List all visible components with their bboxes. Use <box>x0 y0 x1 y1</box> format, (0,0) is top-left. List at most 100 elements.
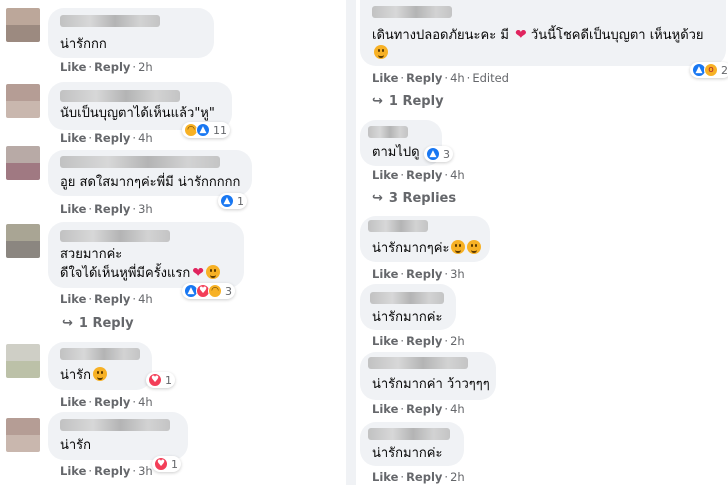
avatar[interactable] <box>6 344 40 378</box>
haha-reaction-icon: ◠ <box>208 284 222 298</box>
commenter-name-blurred[interactable] <box>60 230 170 242</box>
commenter-name-blurred[interactable] <box>372 6 452 18</box>
like-button[interactable]: Like <box>60 131 86 145</box>
comment-text: น่ารักมากค่ะ <box>372 310 443 325</box>
like-button[interactable]: Like <box>372 470 398 484</box>
reaction-summary[interactable]: ▲ ♥ ◠ 3 <box>182 283 235 299</box>
view-replies-link[interactable]: ↪ 3 Replies <box>372 191 456 206</box>
smiling-emoji-icon <box>467 240 482 254</box>
like-button[interactable]: Like <box>372 71 398 85</box>
avatar[interactable] <box>6 8 40 42</box>
reply-button[interactable]: Reply <box>406 267 442 281</box>
timestamp[interactable]: 4h <box>450 71 465 85</box>
timestamp[interactable]: 3h <box>450 267 465 281</box>
timestamp[interactable]: 2h <box>450 470 465 484</box>
wow-reaction-icon: o <box>704 63 718 77</box>
timestamp[interactable]: 4h <box>450 168 465 182</box>
reply-button[interactable]: Reply <box>94 202 130 216</box>
comment-bubble: น่ารักมากๆค่ะ <box>360 216 490 262</box>
commenter-name-blurred[interactable] <box>368 357 468 369</box>
timestamp[interactable]: 4h <box>450 402 465 416</box>
reaction-summary[interactable]: ♥ 1 <box>146 372 175 388</box>
comment-meta: Like · Reply · 2h <box>60 60 153 74</box>
reaction-summary[interactable]: ▲ 1 <box>218 193 247 209</box>
red-heart-emoji-icon: ❤ <box>192 265 204 281</box>
reply-arrow-icon: ↪ <box>62 316 73 331</box>
like-button[interactable]: Like <box>372 334 398 348</box>
comment-text-row: น่ารักมากๆค่ะ <box>372 240 482 257</box>
comment-bubble: น่ารักมากค่ะ <box>360 284 456 330</box>
reaction-summary[interactable]: ▲ o 2 <box>690 62 728 78</box>
like-button[interactable]: Like <box>60 292 86 306</box>
smiling-face-with-hearts-emoji-icon <box>93 367 108 381</box>
comment-text: นับเป็นบุญตาได้เห็นแล้ว"หู" <box>60 106 215 121</box>
reply-arrow-icon: ↪ <box>372 191 383 206</box>
commenter-name-blurred[interactable] <box>60 15 160 27</box>
reply-button[interactable]: Reply <box>94 395 130 409</box>
timestamp[interactable]: 4h <box>138 292 153 306</box>
comment-bubble: น่ารัก <box>48 342 152 390</box>
comment-bubble: น่ารัก <box>48 412 188 460</box>
comment-text-row: น่ารัก <box>60 367 108 384</box>
commenter-name-blurred[interactable] <box>60 90 180 102</box>
avatar[interactable] <box>6 146 40 180</box>
reply-button[interactable]: Reply <box>406 71 442 85</box>
reaction-count: 11 <box>213 123 227 137</box>
comment-meta: Like · Reply · 3h <box>60 464 153 478</box>
timestamp[interactable]: 2h <box>138 60 153 74</box>
reply-button[interactable]: Reply <box>94 60 130 74</box>
avatar[interactable] <box>6 418 40 452</box>
reply-button[interactable]: Reply <box>406 168 442 182</box>
avatar[interactable] <box>6 224 40 258</box>
timestamp[interactable]: 4h <box>138 395 153 409</box>
reaction-count: 2 <box>721 63 728 77</box>
comment-meta: Like · Reply · 2h <box>372 470 465 484</box>
like-button[interactable]: Like <box>372 168 398 182</box>
like-button[interactable]: Like <box>60 464 86 478</box>
reaction-count: 3 <box>443 147 450 161</box>
comment-text: น่ารักกก <box>60 37 107 52</box>
reaction-summary[interactable]: ♥ 1 <box>152 456 181 472</box>
reaction-count: 3 <box>225 284 232 298</box>
comment-bubble: น่ารักมากค่ะ <box>360 422 464 466</box>
column-divider <box>346 0 356 485</box>
comment-bubble: เดินทางปลอดภัยนะคะ มี ❤ วันนี้โชคดีเป็นบ… <box>360 0 726 66</box>
comment-text: วันนี้โชคดีเป็นบุญตา เห็นหูด้วย <box>530 28 704 43</box>
comment-text: ดีใจได้เห็นหูพี่มีครั้งแรก <box>60 266 191 281</box>
like-button[interactable]: Like <box>372 267 398 281</box>
reaction-summary[interactable]: ▲ 3 <box>424 146 453 162</box>
comment-meta: Like · Reply · 4h <box>60 131 153 145</box>
timestamp[interactable]: 3h <box>138 202 153 216</box>
commenter-name-blurred[interactable] <box>368 126 408 138</box>
timestamp[interactable]: 2h <box>450 334 465 348</box>
like-button[interactable]: Like <box>60 202 86 216</box>
reply-button[interactable]: Reply <box>406 402 442 416</box>
commenter-name-blurred[interactable] <box>370 292 444 304</box>
comment-text-line1: เดินทางปลอดภัยนะคะ มี ❤ วันนี้โชคดีเป็นบ… <box>372 27 704 44</box>
commenter-name-blurred[interactable] <box>60 419 170 431</box>
like-button[interactable]: Like <box>372 402 398 416</box>
reply-button[interactable]: Reply <box>94 464 130 478</box>
comment-meta: Like · Reply · 4h <box>60 395 153 409</box>
view-replies-link[interactable]: ↪ 1 Reply <box>62 316 134 331</box>
commenter-name-blurred[interactable] <box>60 348 140 360</box>
reply-button[interactable]: Reply <box>406 470 442 484</box>
view-replies-link[interactable]: ↪ 1 Reply <box>372 94 444 109</box>
love-reaction-icon: ♥ <box>148 373 162 387</box>
like-button[interactable]: Like <box>60 60 86 74</box>
comment-bubble: สวยมากค่ะ ดีใจได้เห็นหูพี่มีครั้งแรก ❤ <box>48 222 244 288</box>
reply-button[interactable]: Reply <box>94 292 130 306</box>
reply-button[interactable]: Reply <box>94 131 130 145</box>
like-reaction-icon: ▲ <box>220 194 234 208</box>
avatar[interactable] <box>6 84 40 118</box>
commenter-name-blurred[interactable] <box>368 428 450 440</box>
commenter-name-blurred[interactable] <box>60 156 220 168</box>
timestamp[interactable]: 3h <box>138 464 153 478</box>
timestamp[interactable]: 4h <box>138 131 153 145</box>
reaction-summary[interactable]: ◠ ▲ 11 <box>182 122 230 138</box>
comment-text-line1: สวยมากค่ะ <box>60 247 123 262</box>
commenter-name-blurred[interactable] <box>368 220 428 232</box>
reply-button[interactable]: Reply <box>406 334 442 348</box>
comment-text-line2 <box>372 45 388 62</box>
like-button[interactable]: Like <box>60 395 86 409</box>
